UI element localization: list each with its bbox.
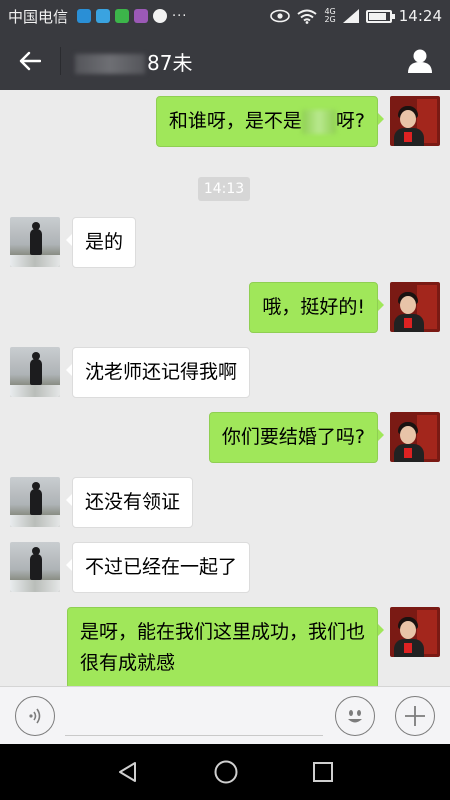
plus-icon	[405, 706, 425, 726]
message-bubble-incoming[interactable]: 沈老师还记得我啊	[65, 347, 251, 398]
message-bubble-outgoing[interactable]: 是呀，能在我们这里成功，我们也 很有成就感	[66, 607, 385, 686]
avatar-contact[interactable]	[10, 542, 60, 592]
redacted-text	[301, 109, 336, 134]
avatar-self[interactable]	[390, 607, 440, 657]
app-notification-icon	[134, 9, 149, 23]
person-icon	[408, 49, 432, 73]
voice-icon	[29, 708, 41, 724]
message-bubble-outgoing[interactable]: 和谁呀，是不是 呀?	[155, 96, 385, 147]
redacted-name	[75, 54, 145, 74]
clock: 14:24	[398, 7, 442, 25]
chat-header: 87未	[0, 32, 450, 90]
carrier-label: 中国电信	[8, 7, 69, 26]
chat-title: 87未	[75, 47, 192, 76]
message-bubble-incoming[interactable]: 还没有领证	[65, 477, 194, 528]
status-bar: 中国电信 ··· 4G 2G 14:24	[0, 0, 450, 32]
triangle-back-icon[interactable]	[116, 760, 140, 784]
avatar-self[interactable]	[390, 282, 440, 332]
timestamp: 14:13	[198, 177, 250, 201]
system-nav-bar	[0, 744, 450, 800]
message-bubble-outgoing[interactable]: 哦，挺好的!	[249, 282, 384, 333]
more-functions-button[interactable]	[395, 696, 435, 736]
chat-info-button[interactable]	[390, 32, 450, 90]
avatar-self[interactable]	[390, 412, 440, 462]
message-text-input[interactable]	[65, 735, 323, 736]
message-bubble-outgoing[interactable]: 你们要结婚了吗?	[208, 412, 385, 463]
back-button[interactable]	[0, 32, 60, 90]
square-recents-icon[interactable]	[312, 761, 334, 783]
circle-home-icon[interactable]	[213, 759, 239, 785]
chat-input-bar	[0, 686, 450, 744]
avatar-contact[interactable]	[10, 477, 60, 527]
qq-notification-icon	[153, 9, 168, 23]
voice-input-button[interactable]	[15, 696, 55, 736]
battery-icon	[365, 9, 395, 23]
wifi-icon	[297, 9, 318, 24]
message-bubble-incoming[interactable]: 不过已经在一起了	[65, 542, 251, 593]
signal-icon	[342, 9, 359, 23]
avatar-contact[interactable]	[10, 217, 60, 267]
message-list[interactable]: 和谁呀，是不是 呀? 14:13 是的 哦，挺好的! 沈老师还记得我啊 你们要结婚…	[0, 90, 450, 686]
emoji-button[interactable]	[335, 696, 375, 736]
eye-comfort-icon	[270, 9, 291, 23]
more-notifications-icon: ···	[172, 8, 188, 24]
header-divider	[60, 47, 61, 75]
battery-level	[368, 12, 386, 20]
app-notification-icon	[77, 9, 92, 23]
arrow-left-icon	[19, 51, 41, 71]
avatar-self[interactable]	[390, 96, 440, 146]
network-type: 4G 2G	[324, 7, 336, 24]
message-bubble-incoming[interactable]: 是的	[65, 217, 137, 268]
smiley-icon	[348, 710, 362, 723]
avatar-contact[interactable]	[10, 347, 60, 397]
app-notification-icon	[96, 9, 111, 23]
wechat-notification-icon	[115, 9, 130, 23]
